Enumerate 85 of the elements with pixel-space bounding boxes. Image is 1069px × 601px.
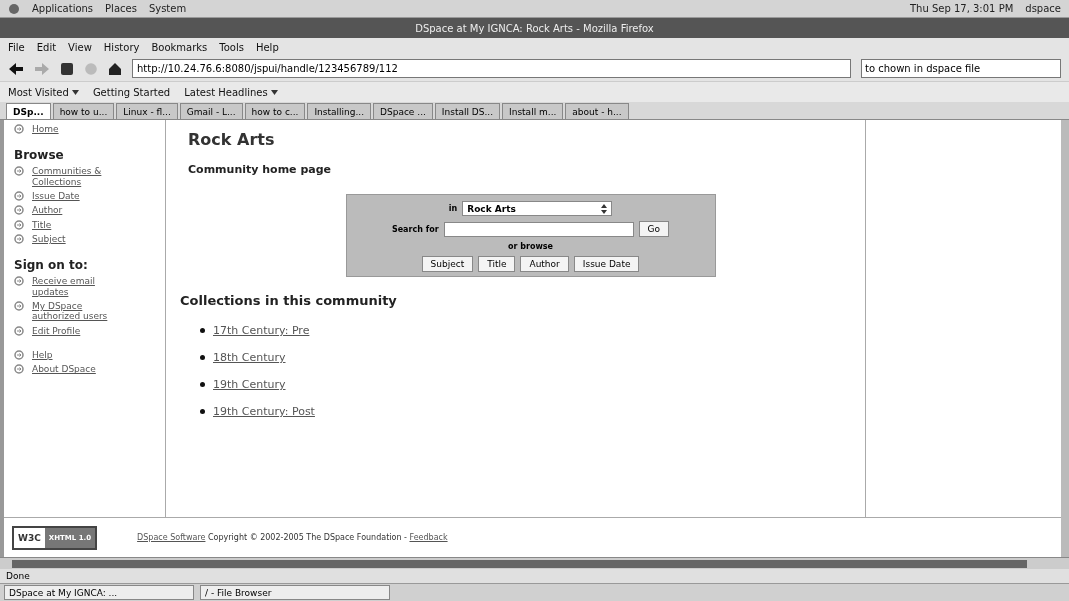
window-title: DSpace at My IGNCA: Rock Arts - Mozilla Firefox (415, 22, 654, 34)
browser-tab[interactable]: Linux - fl... (116, 103, 178, 119)
collection-link[interactable]: 17th Century: Pre (213, 324, 310, 337)
collection-link[interactable]: 19th Century: Post (213, 405, 315, 418)
sidebar-link[interactable]: Author (32, 205, 132, 216)
browser-tab[interactable]: Installing... (307, 103, 372, 119)
arrow-circle-icon (14, 364, 24, 375)
sidebar-link[interactable]: Subject (32, 234, 132, 245)
home-icon[interactable] (108, 61, 122, 76)
menu-item[interactable]: View (68, 41, 92, 53)
menu-item[interactable]: Bookmarks (151, 41, 208, 53)
taskbar-button[interactable]: / - File Browser (200, 585, 390, 600)
browser-tab[interactable]: Install DS... (434, 103, 501, 119)
horizontal-scrollbar[interactable] (0, 557, 1069, 569)
arrow-circle-icon (14, 124, 24, 134)
arrow-circle-icon (14, 205, 24, 216)
scope-label: in (448, 204, 458, 213)
menu-item[interactable]: File (8, 41, 25, 53)
arrow-circle-icon (14, 234, 24, 245)
panel-menu[interactable]: System (148, 3, 187, 14)
panel-menu[interactable]: Applications (32, 3, 94, 14)
browse-button[interactable]: Issue Date (573, 256, 640, 272)
browser-tab[interactable]: about - h... (565, 103, 629, 119)
menu-item[interactable]: Edit (36, 41, 57, 53)
sidebar-link[interactable]: Home (32, 124, 132, 135)
sidebar-link[interactable]: Title (32, 219, 132, 231)
sidebar-link[interactable]: Communities & Collections (32, 166, 132, 188)
software-link[interactable]: DSpace Software (137, 533, 206, 542)
bookmark-link[interactable]: Latest Headlines (184, 86, 278, 98)
menu-item[interactable]: Help (255, 41, 279, 53)
sidebar-link[interactable]: Issue Date (32, 191, 132, 202)
sidebar-heading: Browse (14, 148, 65, 163)
arrow-circle-icon (14, 276, 24, 287)
browse-button[interactable]: Title (478, 256, 516, 272)
arrow-circle-icon (14, 350, 24, 361)
menu-item[interactable]: History (103, 41, 140, 53)
spinner-icon (601, 203, 608, 214)
page-subtitle: Community home page (188, 163, 333, 176)
collection-link[interactable]: 19th Century (213, 378, 286, 391)
menu-item[interactable]: Tools (219, 41, 244, 53)
browser-tab[interactable]: Install m... (502, 103, 564, 119)
caret-icon (270, 89, 278, 95)
scope-select[interactable]: Rock Arts (462, 201, 613, 216)
sidebar-heading: Sign on to: (14, 258, 89, 273)
feedback-link[interactable]: Feedback (409, 533, 448, 542)
collection-link[interactable]: 18th Century (213, 351, 286, 364)
browser-tab[interactable]: how to c... (244, 103, 306, 119)
bullet-icon (200, 328, 205, 333)
bullet-icon (200, 409, 205, 414)
go-button[interactable]: Go (638, 221, 670, 237)
arrow-circle-icon (14, 301, 24, 312)
arrow-circle-icon (14, 166, 24, 177)
collections-heading: Collections in this community (180, 293, 398, 308)
browser-tab[interactable]: how to u... (52, 103, 115, 119)
clock: Thu Sep 17, 3:01 PM (909, 3, 1014, 14)
panel-menu[interactable]: Places (105, 3, 137, 14)
browse-button[interactable]: Subject (421, 256, 474, 272)
sidebar-link[interactable]: About DSpace (32, 364, 132, 375)
status-text: Done (6, 571, 30, 581)
arrow-circle-icon (14, 219, 24, 230)
bookmark-link[interactable]: Most Visited (8, 86, 79, 98)
address-field[interactable]: http://10.24.76.6:8080/jspui/handle/123456789/112 (132, 59, 851, 78)
taskbar-button[interactable]: DSpace at My IGNCA: ... (4, 585, 194, 600)
search-label: Search for (391, 224, 439, 234)
caret-icon (71, 89, 79, 95)
sidebar-link[interactable]: My DSpace authorized users (32, 301, 132, 322)
browser-tab[interactable]: DSpace ... (373, 103, 433, 119)
bullet-icon (200, 355, 205, 360)
user-name: dspace (1025, 3, 1061, 14)
sidebar-link[interactable]: Edit Profile (32, 325, 132, 337)
footer-text: DSpace Software Copyright © 2002-2005 The DSpace Foundation - Feedback (137, 533, 448, 542)
sidebar-link[interactable]: Receive email updates (32, 276, 132, 298)
sidebar-link[interactable]: Help (32, 350, 132, 361)
bullet-icon (200, 382, 205, 387)
arrow-circle-icon (14, 191, 24, 202)
search-field[interactable]: to chown in dspace file (861, 59, 1061, 78)
browser-tab[interactable]: Gmail - L... (179, 103, 243, 119)
browse-button[interactable]: Author (520, 256, 569, 272)
arrow-circle-icon (14, 325, 24, 336)
search-input[interactable] (443, 221, 634, 237)
browser-tab[interactable]: DSp... (6, 103, 51, 119)
back-arrow-icon[interactable] (8, 61, 24, 76)
browse-label: or browse (508, 242, 553, 251)
bookmark-link[interactable]: Getting Started (92, 86, 171, 98)
page-title: Rock Arts (188, 130, 276, 149)
